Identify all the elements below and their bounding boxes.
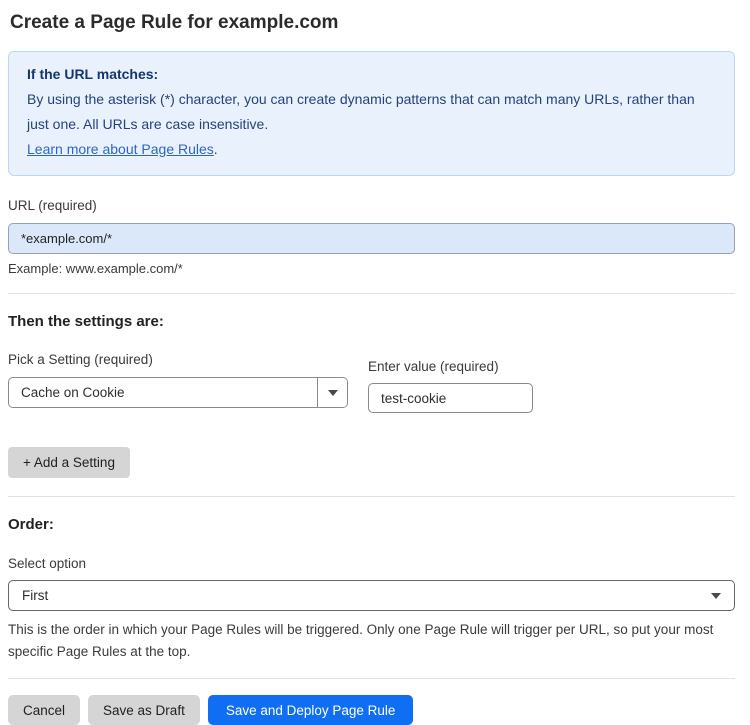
setting-value-input[interactable] bbox=[368, 383, 533, 413]
order-select-value: First bbox=[22, 588, 49, 603]
order-section-heading: Order: bbox=[8, 516, 54, 533]
info-box-link-line: Learn more about Page Rules. bbox=[27, 137, 716, 162]
url-match-info-box: If the URL matches: By using the asteris… bbox=[8, 51, 735, 176]
save-as-draft-button[interactable]: Save as Draft bbox=[88, 695, 200, 725]
setting-value-label: Enter value (required) bbox=[368, 359, 499, 374]
order-helper-text: This is the order in which your Page Rul… bbox=[8, 622, 714, 659]
settings-row: Pick a Setting (required) Cache on Cooki… bbox=[8, 352, 735, 413]
page-rule-form: Create a Page Rule for example.com If th… bbox=[0, 0, 750, 725]
setting-select[interactable]: Cache on Cookie bbox=[8, 377, 348, 408]
url-field-label: URL (required) bbox=[8, 198, 97, 213]
url-input[interactable] bbox=[8, 223, 735, 254]
info-box-heading: If the URL matches: bbox=[27, 66, 159, 82]
page-title: Create a Page Rule for example.com bbox=[10, 12, 339, 33]
learn-more-link[interactable]: Learn more about Page Rules bbox=[27, 141, 214, 157]
form-actions: Cancel Save as Draft Save and Deploy Pag… bbox=[8, 695, 735, 725]
save-and-deploy-button[interactable]: Save and Deploy Page Rule bbox=[207, 695, 414, 725]
settings-section-heading: Then the settings are: bbox=[8, 313, 164, 330]
order-select[interactable]: First bbox=[8, 580, 735, 611]
order-select-label: Select option bbox=[8, 556, 87, 571]
info-box-body: By using the asterisk (*) character, you… bbox=[27, 91, 695, 132]
caret-down-icon bbox=[711, 592, 721, 599]
setting-select-dropdown-button[interactable] bbox=[317, 378, 347, 407]
divider bbox=[8, 293, 735, 294]
setting-picker-column: Pick a Setting (required) Cache on Cooki… bbox=[8, 352, 348, 408]
url-example-text: Example: www.example.com/* bbox=[8, 261, 183, 276]
setting-select-value: Cache on Cookie bbox=[21, 385, 125, 400]
cancel-button[interactable]: Cancel bbox=[8, 695, 81, 725]
caret-down-icon bbox=[327, 389, 338, 396]
add-setting-button[interactable]: + Add a Setting bbox=[8, 447, 130, 478]
divider bbox=[8, 496, 735, 497]
link-suffix: . bbox=[213, 141, 218, 157]
setting-value-column: Enter value (required) bbox=[368, 352, 533, 413]
divider bbox=[8, 678, 735, 679]
setting-picker-label: Pick a Setting (required) bbox=[8, 352, 153, 367]
